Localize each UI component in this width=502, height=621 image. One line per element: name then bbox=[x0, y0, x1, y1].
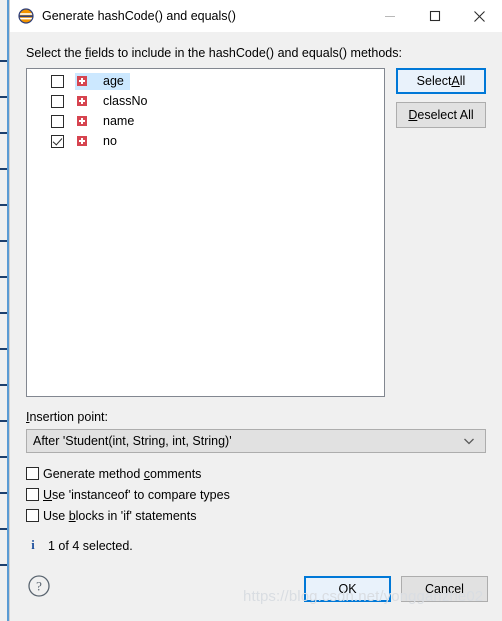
field-label-wrap[interactable]: no bbox=[75, 133, 123, 150]
list-action-buttons: Select All Deselect All bbox=[396, 68, 486, 128]
dialog-footer: ? OK Cancel bbox=[10, 564, 502, 621]
opt0-after: omments bbox=[150, 466, 202, 481]
field-name: no bbox=[103, 134, 117, 148]
use-blocks-in-if-row[interactable]: Use blocks in 'if' statements bbox=[26, 505, 486, 526]
list-item[interactable]: name bbox=[27, 111, 384, 131]
field-list[interactable]: age classNo name no bbox=[26, 68, 385, 397]
deselect-all-after: eselect All bbox=[417, 108, 474, 122]
prompt-before: Select the bbox=[26, 46, 86, 60]
use-instanceof-row[interactable]: Use 'instanceof' to compare types bbox=[26, 484, 486, 505]
list-item[interactable]: no bbox=[27, 131, 384, 151]
close-button[interactable] bbox=[457, 0, 502, 32]
svg-text:?: ? bbox=[36, 579, 42, 594]
background-window-strip bbox=[0, 0, 9, 621]
insertion-point-select[interactable]: After 'Student(int, String, int, String)… bbox=[26, 429, 486, 453]
help-icon: ? bbox=[28, 575, 50, 597]
maximize-button[interactable] bbox=[412, 0, 457, 32]
opt1-after: se 'instanceof' to compare types bbox=[52, 487, 230, 502]
generate-hashcode-equals-dialog: Generate hashCode() and equals() Select … bbox=[9, 0, 502, 621]
select-all-after: ll bbox=[459, 74, 466, 88]
deselect-all-mnemonic: D bbox=[408, 108, 418, 122]
private-field-icon bbox=[77, 96, 87, 106]
field-name: classNo bbox=[103, 94, 148, 108]
minimize-icon bbox=[384, 16, 395, 17]
window-title: Generate hashCode() and equals() bbox=[42, 9, 236, 23]
prompt-after: ields to include in the hashCode() and e… bbox=[88, 46, 402, 60]
field-checkbox[interactable] bbox=[51, 134, 64, 148]
field-checkbox[interactable] bbox=[51, 114, 64, 128]
insertion-point-value: After 'Student(int, String, int, String)… bbox=[33, 434, 232, 448]
close-icon bbox=[474, 10, 485, 22]
title-bar: Generate hashCode() and equals() bbox=[10, 0, 502, 32]
minimize-button[interactable] bbox=[367, 0, 412, 32]
window-controls bbox=[367, 0, 502, 32]
option-checkboxes: Generate method comments Use 'instanceof… bbox=[26, 463, 486, 526]
field-checkbox[interactable] bbox=[51, 94, 64, 108]
eclipse-icon bbox=[18, 8, 34, 24]
prompt-label: Select the fields to include in the hash… bbox=[26, 32, 486, 60]
field-name: name bbox=[103, 114, 135, 128]
maximize-icon bbox=[429, 10, 440, 22]
dialog-content: Select the fields to include in the hash… bbox=[10, 32, 502, 621]
deselect-all-button[interactable]: Deselect All bbox=[396, 102, 486, 128]
private-field-icon bbox=[77, 76, 87, 86]
field-name: age bbox=[103, 74, 124, 88]
ok-button[interactable]: OK bbox=[304, 576, 391, 602]
private-field-icon bbox=[77, 116, 87, 126]
generate-method-comments-label: Generate method comments bbox=[43, 467, 201, 481]
generate-method-comments-checkbox[interactable] bbox=[26, 467, 39, 480]
help-button[interactable]: ? bbox=[27, 574, 51, 598]
opt0-before: Generate method bbox=[43, 466, 144, 481]
select-all-button[interactable]: Select All bbox=[396, 68, 486, 94]
status-text: 1 of 4 selected. bbox=[48, 538, 133, 553]
select-all-before: Select bbox=[416, 74, 452, 88]
use-blocks-in-if-checkbox[interactable] bbox=[26, 509, 39, 522]
footer-actions: OK Cancel bbox=[304, 576, 488, 602]
use-instanceof-checkbox[interactable] bbox=[26, 488, 39, 501]
fields-and-actions-row: age classNo name no Select A ll D eselec… bbox=[26, 68, 486, 397]
use-instanceof-label: Use 'instanceof' to compare types bbox=[43, 488, 230, 502]
list-item[interactable]: age bbox=[27, 71, 384, 91]
cancel-button[interactable]: Cancel bbox=[401, 576, 488, 602]
opt2-after: locks in 'if' statements bbox=[75, 508, 197, 523]
use-blocks-in-if-label: Use blocks in 'if' statements bbox=[43, 509, 196, 523]
info-icon: i bbox=[31, 538, 35, 552]
insertion-point-label-rest: nsertion point: bbox=[29, 410, 109, 424]
select-all-mnemonic: A bbox=[451, 74, 460, 88]
field-label-wrap[interactable]: age bbox=[75, 72, 130, 90]
status-message: i 1 of 4 selected. bbox=[26, 538, 486, 553]
opt1-mnemonic: U bbox=[43, 487, 53, 502]
list-item[interactable]: classNo bbox=[27, 91, 384, 111]
opt2-before: Use bbox=[43, 508, 69, 523]
chevron-down-icon bbox=[463, 430, 475, 452]
field-checkbox[interactable] bbox=[51, 74, 64, 88]
generate-method-comments-row[interactable]: Generate method comments bbox=[26, 463, 486, 484]
insertion-point-label: Insertion point: bbox=[26, 410, 486, 424]
field-label-wrap[interactable]: classNo bbox=[75, 93, 153, 110]
private-field-icon bbox=[77, 136, 87, 146]
opt2-mnemonic: b bbox=[68, 508, 76, 523]
field-label-wrap[interactable]: name bbox=[75, 113, 140, 130]
